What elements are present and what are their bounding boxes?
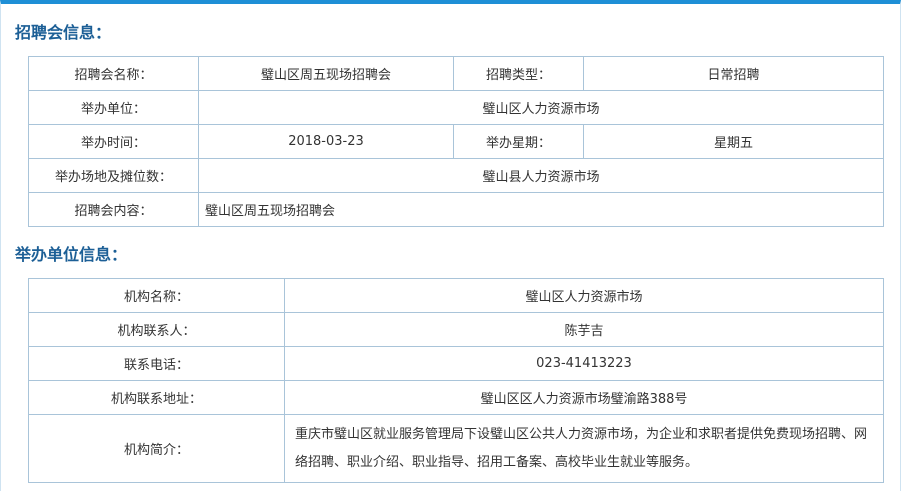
venue-value: 璧山县人力资源市场 — [198, 158, 884, 193]
phone-value: 023-41413223 — [284, 346, 884, 381]
contact-label: 机构联系人： — [28, 312, 285, 347]
intro-label: 机构简介： — [28, 414, 285, 483]
table-row: 招聘会名称： 璧山区周五现场招聘会 招聘类型： 日常招聘 — [28, 56, 884, 91]
intro-value: 重庆市璧山区就业服务管理局下设璧山区公共人力资源市场，为企业和求职者提供免费现场… — [284, 414, 884, 483]
fair-name-label: 招聘会名称： — [28, 56, 199, 91]
table-row: 联系电话： 023-41413223 — [28, 346, 884, 381]
fair-name-value: 璧山区周五现场招聘会 — [198, 56, 454, 91]
table-row: 机构简介： 重庆市璧山区就业服务管理局下设璧山区公共人力资源市场，为企业和求职者… — [28, 414, 884, 483]
venue-label: 举办场地及摊位数： — [28, 158, 199, 193]
fair-type-label: 招聘类型： — [453, 56, 584, 91]
date-label: 举办时间： — [28, 124, 199, 159]
address-label: 机构联系地址： — [28, 380, 285, 415]
date-value: 2018-03-23 — [198, 124, 454, 159]
table-row: 举办场地及摊位数： 璧山县人力资源市场 — [28, 158, 884, 193]
table-row: 机构名称： 璧山区人力资源市场 — [28, 278, 884, 313]
org-name-label: 机构名称： — [28, 278, 285, 313]
table-row: 招聘会内容： 璧山区周五现场招聘会 — [28, 192, 884, 227]
host-label: 举办单位： — [28, 90, 199, 125]
content-value: 璧山区周五现场招聘会 — [198, 192, 884, 227]
phone-label: 联系电话： — [28, 346, 285, 381]
fair-info-title: 招聘会信息： — [15, 23, 112, 42]
table-row: 举办时间： 2018-03-23 举办星期： 星期五 — [28, 124, 884, 159]
table-row: 机构联系地址： 璧山区区人力资源市场璧渝路388号 — [28, 380, 884, 415]
address-value: 璧山区区人力资源市场璧渝路388号 — [284, 380, 884, 415]
host-value: 璧山区人力资源市场 — [198, 90, 884, 125]
org-info-title: 举办单位信息： — [15, 245, 128, 264]
org-name-value: 璧山区人力资源市场 — [284, 278, 884, 313]
content-label: 招聘会内容： — [28, 192, 199, 227]
weekday-label: 举办星期： — [453, 124, 584, 159]
table-row: 机构联系人： 陈芋吉 — [28, 312, 884, 347]
org-info-table: 机构名称： 璧山区人力资源市场 机构联系人： 陈芋吉 联系电话： 023-414… — [28, 278, 884, 483]
weekday-value: 星期五 — [583, 124, 884, 159]
contact-value: 陈芋吉 — [284, 312, 884, 347]
fair-info-table: 招聘会名称： 璧山区周五现场招聘会 招聘类型： 日常招聘 举办单位： 璧山区人力… — [28, 56, 884, 227]
table-row: 举办单位： 璧山区人力资源市场 — [28, 90, 884, 125]
fair-type-value: 日常招聘 — [583, 56, 884, 91]
page-frame: 招聘会信息： 招聘会名称： 璧山区周五现场招聘会 招聘类型： 日常招聘 举办单位… — [0, 0, 901, 491]
